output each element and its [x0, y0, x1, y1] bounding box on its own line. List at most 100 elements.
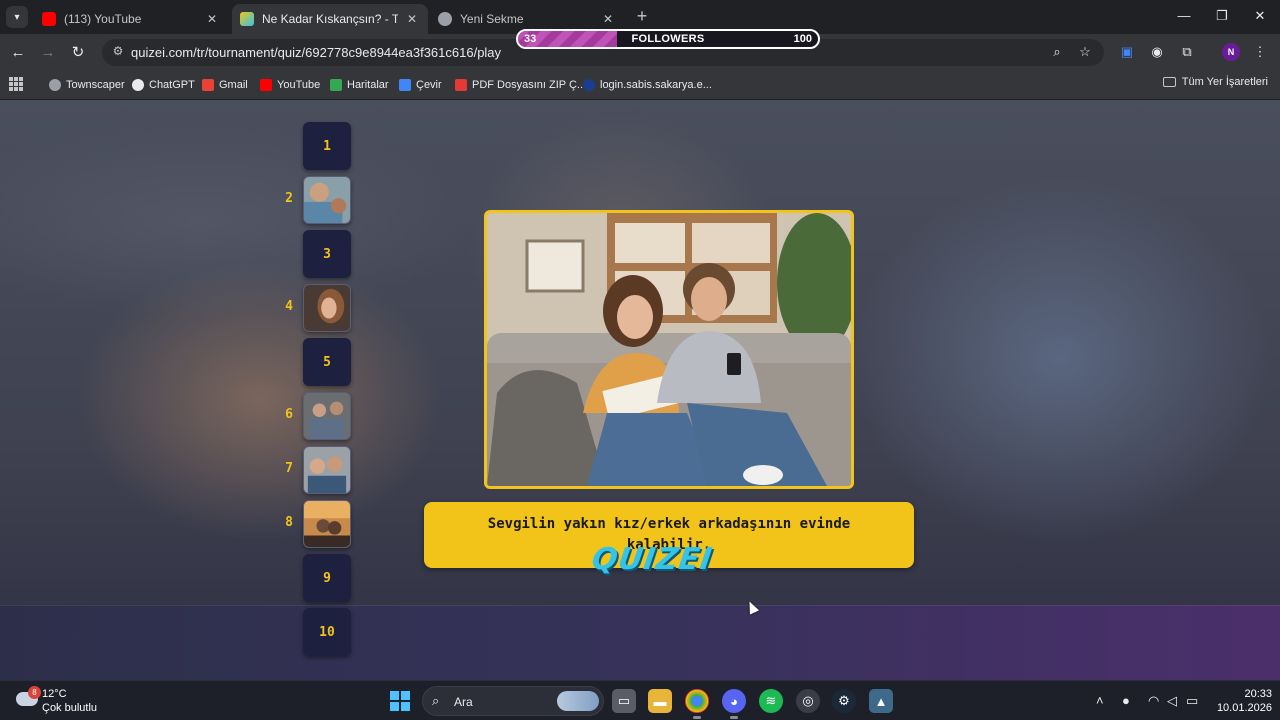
mountain-app-icon[interactable]: ▲: [869, 689, 893, 713]
bookmark-pdf[interactable]: PDF Dosyasını ZIP Ç...: [455, 76, 586, 94]
quizei-favicon: [240, 12, 254, 26]
microphone-icon[interactable]: ●: [1122, 693, 1130, 708]
tab-close-icon[interactable]: ✕: [204, 12, 220, 26]
maps-icon: [330, 79, 342, 91]
site-info-icon[interactable]: ⚙: [110, 44, 126, 60]
tray-chevron-up-icon[interactable]: ˄: [1096, 693, 1104, 708]
followers-progress-overlay: 33 FOLLOWERS 100: [516, 29, 820, 49]
tab-quizei[interactable]: Ne Kadar Kıskançsın? - Tier List ✕: [232, 4, 428, 34]
bookmark-sabis[interactable]: login.sabis.sakarya.e...: [583, 76, 712, 94]
battery-icon[interactable]: ▭: [1186, 693, 1198, 709]
tab-close-icon[interactable]: ✕: [600, 12, 616, 26]
extensions-puzzle-icon[interactable]: ⧉: [1177, 42, 1197, 62]
tab-title: Ne Kadar Kıskançsın? - Tier List: [262, 12, 398, 26]
youtube-icon: [42, 12, 56, 26]
rank-slot-7[interactable]: 7: [282, 446, 354, 494]
rank-photo-thumbnail[interactable]: [303, 446, 351, 494]
folder-icon: [1162, 77, 1176, 87]
rank-slot-4[interactable]: 4: [282, 284, 354, 332]
bookmark-label: PDF Dosyasını ZIP Ç...: [472, 79, 587, 91]
search-icon: ⌕: [432, 693, 440, 708]
chatgpt-icon: [132, 79, 144, 91]
bookmark-label: Gmail: [219, 79, 248, 91]
rank-slot-5[interactable]: 5: [282, 338, 354, 386]
windows-taskbar: 8 12°C Çok bulutlu ⌕ Ara ▭ ▬ ◕ ≋ ◎ ⚙ ▲ ˄…: [0, 680, 1280, 720]
system-clock[interactable]: 20:33 10.01.2026: [1208, 687, 1272, 715]
task-view-icon[interactable]: ▭: [612, 689, 636, 713]
all-bookmarks-label: Tüm Yer İşaretleri: [1181, 76, 1268, 88]
wifi-icon[interactable]: ◠: [1148, 693, 1159, 709]
all-bookmarks-button[interactable]: Tüm Yer İşaretleri: [1162, 76, 1268, 88]
rank-number: 7: [285, 461, 293, 476]
clock-date: 10.01.2026: [1216, 702, 1272, 714]
rank-photo-thumbnail[interactable]: [303, 176, 351, 224]
rank-photo-thumbnail[interactable]: [303, 284, 351, 332]
rank-slot-8[interactable]: 8: [282, 500, 354, 548]
bookmark-townscaper[interactable]: Townscaper: [49, 76, 125, 94]
tab-search-button[interactable]: ▾: [6, 6, 28, 28]
app-circle-icon[interactable]: ◎: [796, 689, 820, 713]
apps-grid-icon[interactable]: [9, 77, 23, 91]
rank-photo-thumbnail[interactable]: [303, 392, 351, 440]
reload-icon[interactable]: ↻: [67, 41, 89, 63]
weather-widget[interactable]: 8 12°C Çok bulutlu: [14, 686, 124, 716]
restore-icon[interactable]: ❐: [1212, 8, 1232, 26]
bookmark-gmail[interactable]: Gmail: [202, 76, 248, 94]
quizei-logo: QUIZEI: [590, 542, 715, 577]
weather-temperature: 12°C: [42, 688, 67, 700]
rank-box[interactable]: 10: [303, 608, 351, 656]
rank-slot-6[interactable]: 6: [282, 392, 354, 440]
question-image-card: [484, 210, 854, 489]
menu-dots-icon[interactable]: ⋮: [1250, 42, 1270, 62]
extension-icon[interactable]: ◉: [1147, 42, 1167, 62]
bookmarks-bar: Townscaper ChatGPT Gmail YouTube Harital…: [0, 70, 1280, 100]
rank-box[interactable]: 9: [303, 554, 351, 602]
file-explorer-icon[interactable]: ▬: [648, 689, 672, 713]
bookmark-label: ChatGPT: [149, 79, 195, 91]
chrome-taskbar-icon[interactable]: [685, 689, 709, 719]
steam-icon[interactable]: ⚙: [832, 689, 856, 713]
rank-slot-1[interactable]: 1: [282, 122, 354, 170]
bookmark-star-icon[interactable]: ☆: [1076, 44, 1094, 62]
rank-box[interactable]: 1: [303, 122, 351, 170]
tab-youtube[interactable]: (113) YouTube ✕: [34, 4, 228, 34]
taskbar-search-box[interactable]: ⌕ Ara: [422, 686, 604, 716]
bookmark-cevir[interactable]: Çevir: [399, 76, 442, 94]
search-highlight-image: [557, 691, 599, 711]
bookmark-label: Çevir: [416, 79, 442, 91]
minimize-icon[interactable]: —: [1174, 8, 1194, 26]
rank-number: 8: [285, 515, 293, 530]
rank-photo-thumbnail[interactable]: [303, 500, 351, 548]
rank-slot-2[interactable]: 2: [282, 176, 354, 224]
bookmark-label: Haritalar: [347, 79, 389, 91]
gmail-icon: [202, 79, 214, 91]
clock-time: 20:33: [1244, 688, 1272, 700]
discord-icon[interactable]: ◕: [722, 689, 746, 719]
back-icon[interactable]: ←: [7, 41, 29, 63]
bookmark-label: login.sabis.sakarya.e...: [600, 79, 712, 91]
tab-title: Yeni Sekme: [460, 12, 524, 26]
windows-start-icon[interactable]: [390, 691, 410, 711]
tab-close-icon[interactable]: ✕: [404, 12, 420, 26]
followers-goal: 100: [793, 33, 812, 45]
rank-box[interactable]: 3: [303, 230, 351, 278]
sabis-icon: [583, 79, 595, 91]
translate-extension-icon[interactable]: ▣: [1117, 42, 1137, 62]
bookmark-chatgpt[interactable]: ChatGPT: [132, 76, 195, 94]
rank-slot-9[interactable]: 9: [282, 554, 354, 602]
spotify-icon[interactable]: ≋: [759, 689, 783, 713]
rank-slot-3[interactable]: 3: [282, 230, 354, 278]
zoom-search-icon[interactable]: ⌕: [1048, 44, 1066, 62]
bookmark-haritalar[interactable]: Haritalar: [330, 76, 389, 94]
close-window-icon[interactable]: ✕: [1250, 8, 1270, 26]
bookmark-youtube[interactable]: YouTube: [260, 76, 320, 94]
volume-icon[interactable]: ◁: [1167, 693, 1177, 709]
rank-box[interactable]: 5: [303, 338, 351, 386]
url-text[interactable]: quizei.com/tr/tournament/quiz/692778c9e8…: [131, 45, 501, 60]
new-tab-button[interactable]: +: [632, 7, 652, 27]
weather-badge: 8: [28, 686, 41, 699]
forward-icon[interactable]: →: [37, 41, 59, 63]
profile-avatar[interactable]: N: [1222, 43, 1240, 61]
couple-on-sofa-image: [487, 213, 851, 486]
rank-slot-10[interactable]: 10: [282, 608, 354, 656]
